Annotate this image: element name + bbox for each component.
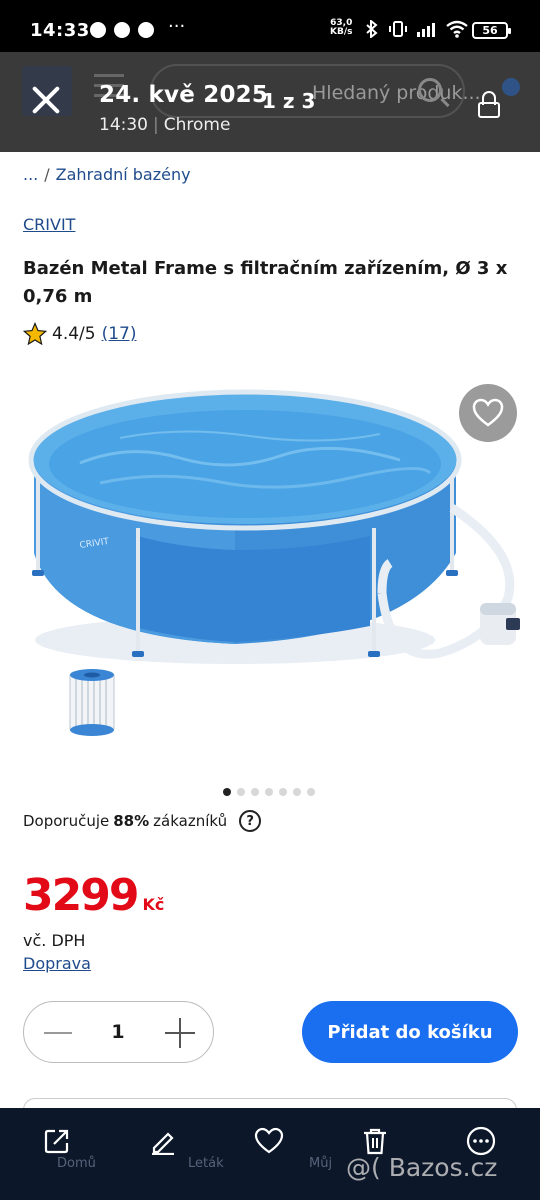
status-bar: 14:33 ··· 63,0 KB/s 56	[0, 0, 540, 52]
product-title: Bazén Metal Frame s filtračním zařízením…	[23, 258, 508, 307]
favorite-button[interactable]	[459, 384, 517, 442]
recommend-percent: 88%	[113, 812, 150, 830]
network-speed-unit: KB/s	[330, 27, 353, 37]
nav-label-account: Můj	[309, 1156, 333, 1171]
recommend-prefix: Doporučuje	[23, 812, 110, 830]
network-speed: 63,0 KB/s	[330, 19, 352, 37]
add-to-cart-button[interactable]: Přidat do košíku	[302, 1001, 518, 1063]
more-notifications-icon: ···	[168, 16, 186, 37]
wifi-icon	[446, 20, 468, 38]
nav-label-flyer: Leták	[188, 1156, 224, 1171]
chat-notification-icon	[138, 22, 154, 38]
product-image[interactable]: CRIVIT	[20, 378, 520, 758]
help-icon[interactable]: ?	[239, 810, 262, 832]
carousel-dot[interactable]	[223, 788, 231, 796]
notification-icons	[90, 22, 154, 38]
vat-note: vč. DPH	[23, 931, 86, 950]
breadcrumb-category[interactable]: Zahradní bazény	[56, 165, 191, 184]
quantity-value[interactable]: 1	[106, 1021, 130, 1043]
status-time: 14:33	[30, 20, 90, 41]
rating-value: 4.4/5	[52, 324, 96, 344]
brand-link[interactable]: CRIVIT	[23, 215, 75, 234]
shipping-link[interactable]: Doprava	[23, 954, 91, 973]
quantity-stepper: 1	[23, 1001, 214, 1063]
recommend-suffix: zákazníků	[153, 812, 228, 830]
carousel-dot[interactable]	[265, 788, 273, 796]
carousel-dot[interactable]	[279, 788, 287, 796]
carousel-dot[interactable]	[293, 788, 301, 796]
breadcrumb-ellipsis[interactable]: ...	[23, 165, 38, 184]
carousel-dot[interactable]	[237, 788, 245, 796]
bluetooth-icon	[366, 20, 378, 38]
product-rating: 4.4/5 (17)	[23, 322, 137, 346]
cart-badge	[502, 78, 520, 96]
plus-icon[interactable]	[165, 1018, 195, 1048]
system-icons	[365, 20, 469, 38]
close-icon[interactable]	[30, 84, 62, 116]
viewer-header: Hledaný produk... 24. kvě 2025 1 z 3 14:…	[0, 52, 540, 152]
minus-icon[interactable]	[44, 1032, 72, 1034]
vibrate-icon	[389, 21, 407, 37]
app-notification-icon	[114, 22, 130, 38]
heart-icon	[472, 398, 504, 427]
watermark: @( Bazos.cz	[346, 1153, 498, 1182]
price-currency: Kč	[142, 895, 165, 914]
battery-icon: 56	[472, 22, 511, 39]
price-value: 3299	[23, 870, 139, 921]
viewer-subtitle: 14:30 | Chrome	[99, 115, 231, 135]
star-icon	[23, 322, 47, 346]
signal-icon	[417, 21, 435, 37]
search-icon	[418, 78, 442, 102]
nav-label-home: Domů	[57, 1156, 96, 1171]
image-carousel-dots[interactable]	[223, 788, 315, 796]
messenger-icon	[90, 22, 106, 38]
carousel-dot[interactable]	[251, 788, 259, 796]
image-counter: 1 z 3	[262, 89, 316, 113]
favorite-icon[interactable]	[252, 1124, 286, 1158]
viewer-time: 14:30	[99, 115, 148, 135]
share-icon[interactable]	[40, 1124, 74, 1158]
breadcrumb-separator: /	[44, 165, 50, 184]
viewer-date: 24. kvě 2025	[99, 82, 269, 108]
screen: 14:33 ··· 63,0 KB/s 56 Hledaný produk...…	[0, 0, 540, 1200]
breadcrumb: ... / Zahradní bazény	[23, 165, 191, 184]
viewer-app: Chrome	[163, 115, 231, 135]
review-count-link[interactable]: (17)	[102, 324, 137, 344]
lock-icon[interactable]	[478, 91, 502, 119]
search-placeholder: Hledaný produk...	[312, 82, 481, 104]
recommendation: Doporučuje 88% zákazníků ?	[23, 810, 262, 832]
price: 3299 Kč	[23, 870, 164, 921]
carousel-dot[interactable]	[307, 788, 315, 796]
edit-icon[interactable]	[146, 1124, 180, 1158]
